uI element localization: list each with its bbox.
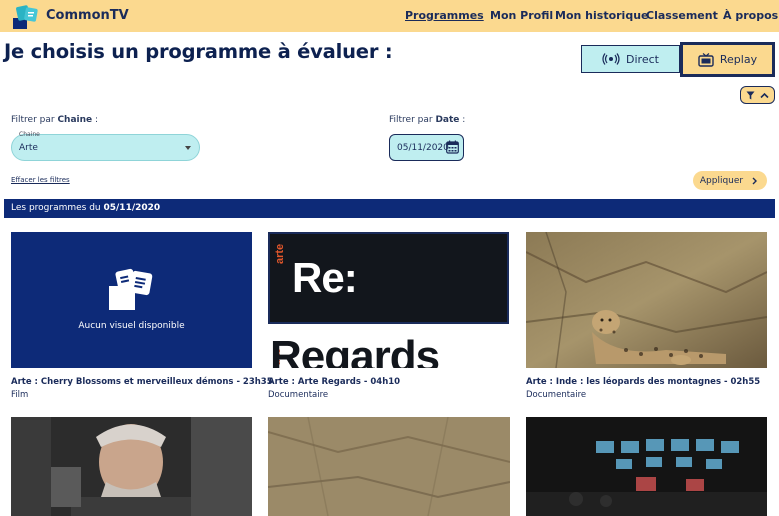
programs-date-banner: Les programmes du 05/11/2020	[4, 199, 775, 218]
direct-button[interactable]: Direct	[581, 45, 680, 73]
no-image-icon	[109, 268, 153, 310]
nav-programmes[interactable]: Programmes	[405, 9, 484, 22]
ground-photo	[268, 417, 510, 516]
nav-mon-profil[interactable]: Mon Profil	[490, 9, 553, 22]
broadcast-icon	[602, 53, 620, 65]
leopard-photo	[526, 232, 767, 368]
nav-a-propos[interactable]: À propos	[723, 9, 778, 22]
program-genre: Documentaire	[526, 390, 587, 400]
apply-label: Appliquer	[699, 175, 744, 186]
arte-re-logo: arte Re:	[268, 232, 509, 324]
clear-filters-link[interactable]: Effacer les filtres	[11, 176, 70, 184]
program-title[interactable]: Arte : Arte Regards - 04h10	[268, 377, 400, 387]
arte-vertical-logo: arte	[274, 243, 286, 264]
chaine-filter-label: Filtrer par Chaine :	[11, 115, 99, 125]
program-card-image[interactable]: Aucun visuel disponible	[11, 232, 252, 368]
replay-button[interactable]: Replay	[680, 42, 775, 77]
chaine-select-caption: Chaine	[19, 131, 40, 138]
commontv-logo-icon[interactable]	[11, 4, 39, 30]
re-logo-text: Re:	[292, 254, 358, 301]
direct-label: Direct	[626, 52, 659, 66]
program-title[interactable]: Arte : Inde : les léopards des montagnes…	[526, 377, 760, 387]
app-name[interactable]: CommonTV	[46, 8, 129, 23]
chaine-select-value: Arte	[19, 143, 38, 153]
caret-down-icon	[185, 146, 191, 150]
tv-icon	[698, 52, 714, 67]
date-value: 05/11/2020	[397, 143, 449, 153]
program-card-image[interactable]: arte Re: arte Regards	[268, 232, 510, 368]
date-picker[interactable]: 05/11/2020	[389, 134, 464, 161]
regards-logo-text: Regards	[270, 332, 440, 369]
chevron-right-icon	[752, 177, 758, 184]
calendar-icon[interactable]	[446, 140, 459, 154]
control-room-photo	[526, 417, 767, 516]
replay-label: Replay	[719, 53, 758, 66]
page-title: Je choisis un programme à évaluer :	[4, 40, 393, 63]
man-photo	[11, 417, 252, 516]
nav-mon-historique[interactable]: Mon historique	[555, 9, 649, 22]
chevron-up-icon	[760, 92, 769, 98]
top-navbar: CommonTV Programmes Mon Profil Mon histo…	[0, 0, 779, 32]
program-title[interactable]: Arte : Cherry Blossoms et merveilleux dé…	[11, 377, 273, 387]
chaine-select[interactable]: Chaine Arte	[11, 131, 200, 161]
program-card-image[interactable]	[526, 417, 767, 516]
nav-classement[interactable]: Classement	[646, 9, 718, 22]
program-genre: Documentaire	[268, 390, 329, 400]
program-genre: Film	[11, 390, 29, 400]
program-card-image[interactable]	[268, 417, 510, 516]
program-card-image[interactable]	[526, 232, 767, 368]
filter-icon	[746, 91, 755, 99]
no-image-text: Aucun visuel disponible	[78, 321, 185, 331]
program-card-image[interactable]	[11, 417, 252, 516]
date-filter-label: Filtrer par Date :	[389, 115, 466, 125]
filter-toggle-button[interactable]	[740, 86, 775, 104]
apply-button[interactable]: Appliquer	[693, 171, 767, 190]
